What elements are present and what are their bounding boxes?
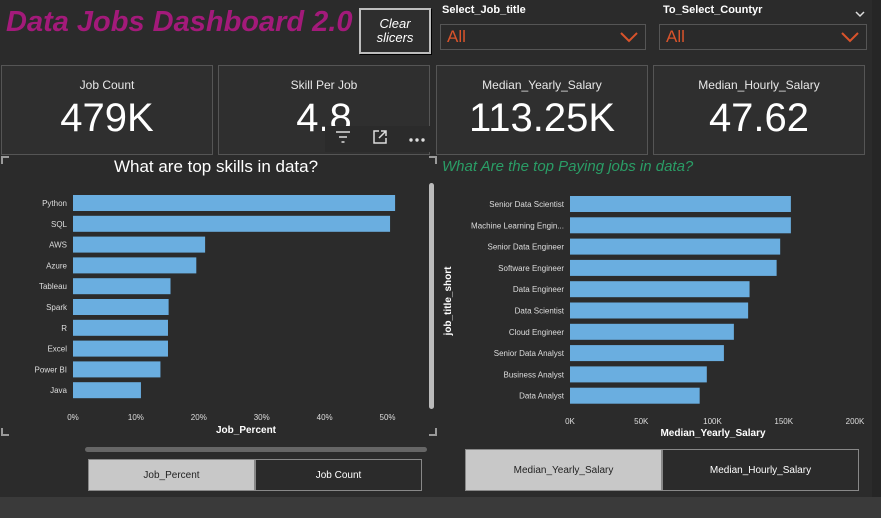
chart-scrollbar[interactable] [85, 447, 427, 452]
bar [73, 257, 197, 274]
bar [73, 361, 161, 378]
x-tick-label: 30% [254, 413, 270, 422]
x-tick-label: 200K [846, 417, 865, 426]
kpi-card-job-count: Job Count 479K [1, 65, 213, 155]
toggle-job-percent-button[interactable]: Job_Percent [88, 459, 255, 491]
slicer-job-title-value: All [447, 27, 466, 46]
bar [570, 238, 781, 255]
bar [73, 236, 206, 253]
bar [73, 340, 168, 357]
dashboard-title: Data Jobs Dashboard 2.0 [6, 6, 353, 38]
bar [73, 278, 171, 295]
bar [73, 195, 396, 211]
top-paying-jobs-chart[interactable]: 0K 50K 100K 150K 200K Senior Data Scientist Ma… [436, 185, 872, 440]
category-label: Power BI [35, 365, 67, 374]
chevron-down-icon[interactable] [855, 5, 865, 23]
category-label: Data Analyst [519, 392, 565, 401]
slicer-job-title-label: Select_Job_title [442, 4, 526, 16]
toggle-job-count-button[interactable]: Job Count [255, 459, 422, 491]
bar [570, 345, 724, 362]
kpi-label: Job Count [79, 78, 135, 92]
kpi-value: 479K [60, 96, 154, 140]
clear-slicers-button[interactable]: Clear slicers [359, 8, 431, 54]
slicer-country-label: To_Select_Countyr [663, 4, 763, 16]
chart-title-top-skills: What are top skills in data? [113, 157, 319, 176]
category-label: Business Analyst [504, 370, 565, 379]
bar [570, 366, 707, 383]
selection-corner [429, 156, 437, 164]
kpi-label: Skill Per Job [290, 78, 358, 92]
category-label: Tableau [39, 282, 67, 291]
y-axis-label: job_title_short [443, 266, 454, 337]
x-tick-label: 0K [565, 417, 575, 426]
slicer-job-title-dropdown[interactable]: All [440, 24, 646, 50]
kpi-label: Median_Yearly_Salary [482, 78, 602, 92]
bar [570, 259, 777, 276]
category-label: AWS [49, 241, 67, 250]
focus-mode-icon[interactable] [371, 128, 389, 151]
toggle-median-hourly-salary-button[interactable]: Median_Hourly_Salary [662, 449, 859, 491]
slicer-country-value: All [666, 27, 685, 46]
category-label: Azure [46, 261, 67, 270]
kpi-value: 47.62 [708, 96, 810, 140]
category-label: Python [42, 199, 67, 208]
x-tick-label: 40% [317, 413, 333, 422]
chart-scrollbar[interactable] [429, 183, 434, 409]
kpi-label: Median_Hourly_Salary [698, 78, 820, 92]
x-tick-label: 100K [703, 417, 722, 426]
kpi-card-median-hourly-salary: Median_Hourly_Salary 47.62 [653, 65, 865, 155]
bar [570, 323, 734, 340]
bar [73, 319, 168, 336]
category-label: Senior Data Scientist [489, 200, 564, 209]
bar [570, 302, 749, 319]
category-label: Spark [46, 303, 68, 312]
top-skills-chart[interactable]: 0% 10% 20% 30% 40% 50% Python SQL AWS Azure Tablea… [0, 185, 430, 440]
x-axis-label: Job_Percent [216, 425, 277, 436]
slicer-country-dropdown[interactable]: All [659, 24, 867, 50]
kpi-card-median-yearly-salary: Median_Yearly_Salary 113.25K [436, 65, 648, 155]
selection-corner [1, 156, 9, 164]
x-axis-label: Median_Yearly_Salary [660, 428, 766, 439]
category-label: Senior Data Analyst [494, 349, 565, 358]
page-scroll-gutter [872, 0, 881, 497]
category-label: Data Engineer [513, 285, 564, 294]
chart-title-top-paying-jobs: What Are the top Paying jobs in data? [442, 158, 694, 175]
x-tick-label: 20% [191, 413, 207, 422]
category-label: Java [50, 386, 67, 395]
bar [570, 387, 700, 404]
bar [570, 217, 791, 234]
category-label: Machine Learning Engin... [471, 221, 564, 230]
filter-icon[interactable] [334, 130, 352, 149]
category-label: Excel [47, 345, 67, 354]
x-tick-label: 50% [380, 413, 396, 422]
x-tick-label: 50K [634, 417, 649, 426]
category-label: SQL [51, 220, 68, 229]
bar [73, 215, 391, 232]
bar [570, 196, 791, 212]
kpi-value: 113.25K [468, 96, 616, 140]
x-tick-label: 10% [128, 413, 144, 422]
category-label: Senior Data Engineer [488, 243, 565, 252]
chevron-down-icon [619, 31, 639, 43]
x-tick-label: 150K [774, 417, 793, 426]
page-footer-strip [0, 497, 881, 518]
category-label: R [61, 324, 67, 333]
toggle-median-yearly-salary-button[interactable]: Median_Yearly_Salary [465, 449, 662, 491]
visual-header-toolbar [325, 126, 435, 152]
more-options-icon[interactable] [408, 130, 426, 148]
x-tick-label: 0% [67, 413, 79, 422]
bar [570, 281, 750, 298]
bar [73, 382, 141, 399]
chevron-down-icon [840, 31, 860, 43]
bar [73, 299, 169, 315]
category-label: Software Engineer [498, 264, 564, 273]
category-label: Cloud Engineer [509, 328, 564, 337]
category-label: Data Scientist [515, 307, 565, 316]
